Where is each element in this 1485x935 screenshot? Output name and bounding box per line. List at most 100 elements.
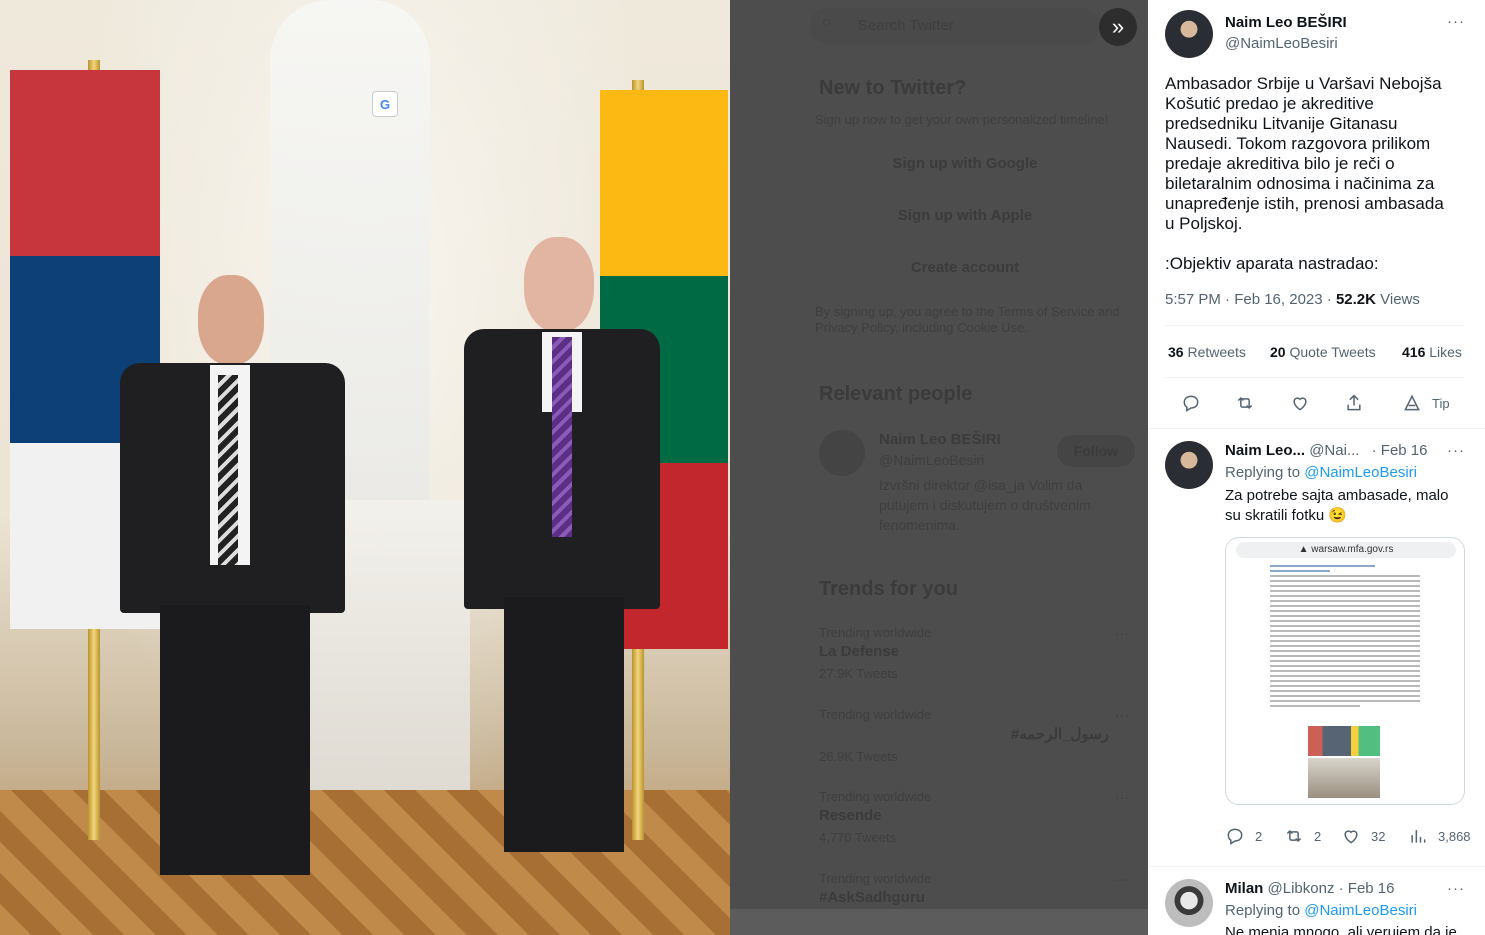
reply-retweet-button[interactable]: 2: [1284, 826, 1321, 846]
sign-up-google-button[interactable]: Sign up with Google: [815, 145, 1115, 183]
reply-button[interactable]: [1181, 393, 1201, 413]
reply-avatar[interactable]: [1165, 441, 1213, 489]
more-icon[interactable]: ···: [1447, 880, 1465, 897]
tweet-text-line: Nausedi. Tokom razgovora prilikom: [1165, 134, 1431, 153]
tweet-text-extra: :Objektiv aparata nastradao:: [1165, 254, 1379, 273]
tweet-text-line: Košutić predao je akreditive: [1165, 94, 1374, 113]
divider: [1165, 325, 1465, 326]
search-icon: ○: [822, 14, 832, 31]
dimmed-sidebar: Search Twitter ○ New to Twitter? Sign up…: [730, 0, 1148, 909]
embed-url: ▲ warsaw.mfa.gov.rs: [1236, 542, 1456, 558]
more-icon[interactable]: ···: [1447, 13, 1465, 30]
tweet-text: Ambasador Srbije u Varšavi Nebojša Košut…: [1165, 74, 1465, 274]
replying-to-prefix: Replying to: [1225, 902, 1301, 919]
likes-count: 416: [1402, 344, 1426, 360]
like-button[interactable]: [1290, 393, 1310, 413]
tweet-text-line: predaje akreditiva bilo je reči o: [1165, 154, 1395, 173]
retweet-button[interactable]: [1235, 393, 1255, 413]
translate-icon[interactable]: G: [372, 91, 398, 117]
reply-author-name[interactable]: Naim Leo...: [1225, 442, 1305, 459]
retweets-label: Retweets: [1187, 344, 1246, 360]
reply-text-line: su skratili fotku 😉: [1225, 507, 1348, 524]
quotes-label: Quote Tweets: [1289, 344, 1376, 360]
reply-views-count: 3,868: [1438, 828, 1471, 844]
search-input[interactable]: Search Twitter: [810, 8, 1100, 44]
tweet-views-count: 52.2K: [1335, 291, 1376, 308]
replying-to-link[interactable]: @NaimLeoBesiri: [1304, 464, 1417, 481]
reply-icon: [1183, 395, 1199, 412]
more-icon[interactable]: ···: [1115, 707, 1129, 723]
tweet-time[interactable]: 5:57 PM · Feb 16, 2023 ·: [1165, 291, 1332, 308]
reply-date[interactable]: · Feb 16: [1372, 442, 1428, 459]
tweet-meta: 5:57 PM · Feb 16, 2023 · 52.2K Views: [1165, 291, 1420, 308]
reply-avatar[interactable]: [1165, 879, 1213, 927]
tip-button[interactable]: Tip: [1402, 393, 1450, 413]
more-icon[interactable]: ···: [1115, 625, 1129, 641]
more-icon[interactable]: ···: [1447, 442, 1465, 459]
reply-author-name[interactable]: Milan: [1225, 880, 1263, 897]
quotes-count: 20: [1270, 344, 1286, 360]
relevant-person-name[interactable]: Naim Leo BEŠIRI: [879, 431, 1001, 448]
more-icon[interactable]: ···: [1115, 871, 1129, 887]
tweet-views-label: Views: [1380, 291, 1420, 308]
tip-icon: [1404, 394, 1420, 411]
trend-item[interactable]: Trending worldwide La Defense 27.9K Twee…: [819, 625, 931, 681]
embed-photo-1: [1308, 726, 1380, 756]
trend-count: 4,770 Tweets: [819, 830, 897, 845]
trends-title: Trends for you: [819, 578, 958, 600]
trend-name: Resende: [819, 807, 882, 824]
reply-replies-count: 2: [1255, 828, 1263, 844]
trend-meta: Trending worldwide: [819, 707, 932, 722]
reply-embedded-screenshot[interactable]: ▲ warsaw.mfa.gov.rs: [1225, 537, 1465, 805]
relevant-person-bio-line3: fenomenima.: [879, 517, 960, 533]
trend-name: #رسول_الرحمه: [1010, 726, 1109, 743]
divider: [1148, 428, 1485, 429]
tweet-panel: Naim Leo BEŠIRI @NaimLeoBesiri ··· Ambas…: [1148, 0, 1485, 935]
reply-date[interactable]: · Feb 16: [1339, 880, 1395, 897]
embed-photo-2: [1308, 758, 1380, 798]
more-icon[interactable]: ···: [1115, 789, 1129, 805]
expand-icon[interactable]: »: [1099, 8, 1137, 46]
likes-stat[interactable]: 416 Likes: [1402, 344, 1462, 360]
trend-count: 26.9K Tweets: [819, 749, 898, 764]
replying-to: Replying to @NaimLeoBesiri: [1225, 902, 1417, 919]
divider: [1148, 866, 1485, 867]
heart-icon: [1293, 397, 1307, 411]
reply-retweets-count: 2: [1314, 828, 1322, 844]
retweets-stat[interactable]: 36 Retweets: [1168, 344, 1246, 360]
tweet-text-line: biletaralnim odnosima i načinima za: [1165, 174, 1435, 193]
reply-header: Naim Leo... @Nai... · Feb 16: [1225, 442, 1428, 459]
trend-item[interactable]: Trending worldwide #رسول_الرحمه 26.9K Tw…: [819, 707, 1109, 764]
quotes-stat[interactable]: 20 Quote Tweets: [1270, 344, 1376, 360]
relevant-person-avatar[interactable]: [819, 430, 865, 476]
tweet-text-line: u Poljskoj.: [1165, 214, 1243, 233]
trend-item[interactable]: Trending worldwide #AskSadhguru: [819, 871, 931, 906]
relevant-person-handle[interactable]: @NaimLeoBesiri: [879, 452, 984, 468]
tweet-photo[interactable]: G: [0, 0, 730, 935]
tweet-text-line: unapređenje istih, prenosi ambasada: [1165, 194, 1444, 213]
share-button[interactable]: [1344, 393, 1364, 413]
reply-views-button[interactable]: 3,868: [1408, 826, 1471, 846]
relevant-people-title: Relevant people: [819, 383, 973, 405]
analytics-icon: [1411, 830, 1426, 843]
reply-reply-button[interactable]: 2: [1225, 826, 1262, 846]
reply-author-handle[interactable]: @Nai...: [1309, 442, 1359, 459]
author-avatar[interactable]: [1165, 10, 1213, 58]
reply-like-button[interactable]: 32: [1341, 826, 1385, 846]
create-account-button[interactable]: Create account: [815, 249, 1115, 287]
legal-text-line1: By signing up, you agree to the Terms of…: [815, 304, 1120, 319]
retweets-count: 36: [1168, 344, 1184, 360]
tweet-text-line: predsedniku Litvanije Gitanasu: [1165, 114, 1398, 133]
new-to-twitter-subtitle: Sign up now to get your own personalized…: [815, 112, 1109, 127]
author-name[interactable]: Naim Leo BEŠIRI: [1225, 14, 1347, 31]
trend-item[interactable]: Trending worldwide Resende 4,770 Tweets: [819, 789, 931, 845]
likes-label: Likes: [1429, 344, 1462, 360]
follow-button[interactable]: Follow: [1057, 435, 1135, 467]
replying-to-link[interactable]: @NaimLeoBesiri: [1304, 902, 1417, 919]
reply-author-handle[interactable]: @Libkonz: [1268, 880, 1335, 897]
relevant-person-bio-line2: putujem i diskutujem o društvenim: [879, 497, 1091, 513]
author-handle[interactable]: @NaimLeoBesiri: [1225, 35, 1338, 52]
sign-up-apple-button[interactable]: Sign up with Apple: [815, 197, 1115, 235]
trend-count: 27.9K Tweets: [819, 666, 898, 681]
trend-name: #AskSadhguru: [819, 889, 925, 906]
